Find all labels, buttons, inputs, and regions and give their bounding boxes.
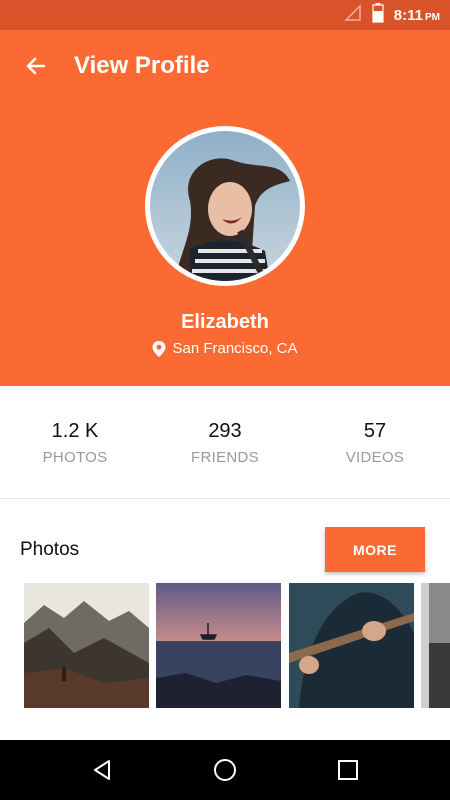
nav-recents-button[interactable] xyxy=(328,750,368,790)
location-pin-icon xyxy=(152,340,166,357)
back-triangle-icon xyxy=(93,760,110,780)
profile-location: San Francisco, CA xyxy=(0,340,450,357)
stat-value: 1.2 K xyxy=(51,420,99,442)
app-bar: View Profile xyxy=(0,30,450,102)
avatar[interactable] xyxy=(150,131,300,281)
battery-icon xyxy=(372,2,384,28)
stat-friends[interactable]: 293 FRIENDS xyxy=(150,386,300,498)
photos-section-title: Photos xyxy=(20,539,80,560)
nav-back-button[interactable] xyxy=(82,750,122,790)
stats-row: 1.2 K PHOTOS 293 FRIENDS 57 VIDEOS xyxy=(0,386,450,499)
stat-label: VIDEOS xyxy=(345,449,405,466)
status-bar: 8:11 PM xyxy=(0,0,450,30)
system-nav-bar xyxy=(0,740,450,800)
photo-thumbnail-mountains[interactable] xyxy=(24,583,149,708)
stat-value: 57 xyxy=(363,420,387,442)
photo-thumbnail-partial[interactable] xyxy=(421,583,450,708)
back-button[interactable] xyxy=(18,48,54,84)
profile-header: View Profile Elizabeth San Francisco, CA xyxy=(0,30,450,386)
more-button[interactable]: MORE xyxy=(325,527,425,572)
profile-name: Elizabeth xyxy=(181,311,269,333)
stat-videos[interactable]: 57 VIDEOS xyxy=(300,386,450,498)
recents-square-icon xyxy=(338,760,359,780)
nav-home-button[interactable] xyxy=(205,750,245,790)
stat-value: 293 xyxy=(208,420,242,442)
status-time: 8:11 PM xyxy=(393,6,440,24)
page-title: View Profile xyxy=(74,52,210,79)
photo-thumbnail-sunset-sea[interactable] xyxy=(156,583,281,708)
signal-icon xyxy=(343,3,362,27)
stat-label: FRIENDS xyxy=(191,449,259,466)
avatar-frame xyxy=(145,126,305,286)
photo-thumbnail-guitar[interactable] xyxy=(289,583,414,708)
location-text: San Francisco, CA xyxy=(172,340,298,357)
arrow-left-icon xyxy=(26,57,46,75)
stat-photos[interactable]: 1.2 K PHOTOS xyxy=(0,386,150,498)
home-circle-icon xyxy=(213,759,236,781)
photo-strip[interactable] xyxy=(24,583,450,708)
stat-label: PHOTOS xyxy=(42,449,108,466)
